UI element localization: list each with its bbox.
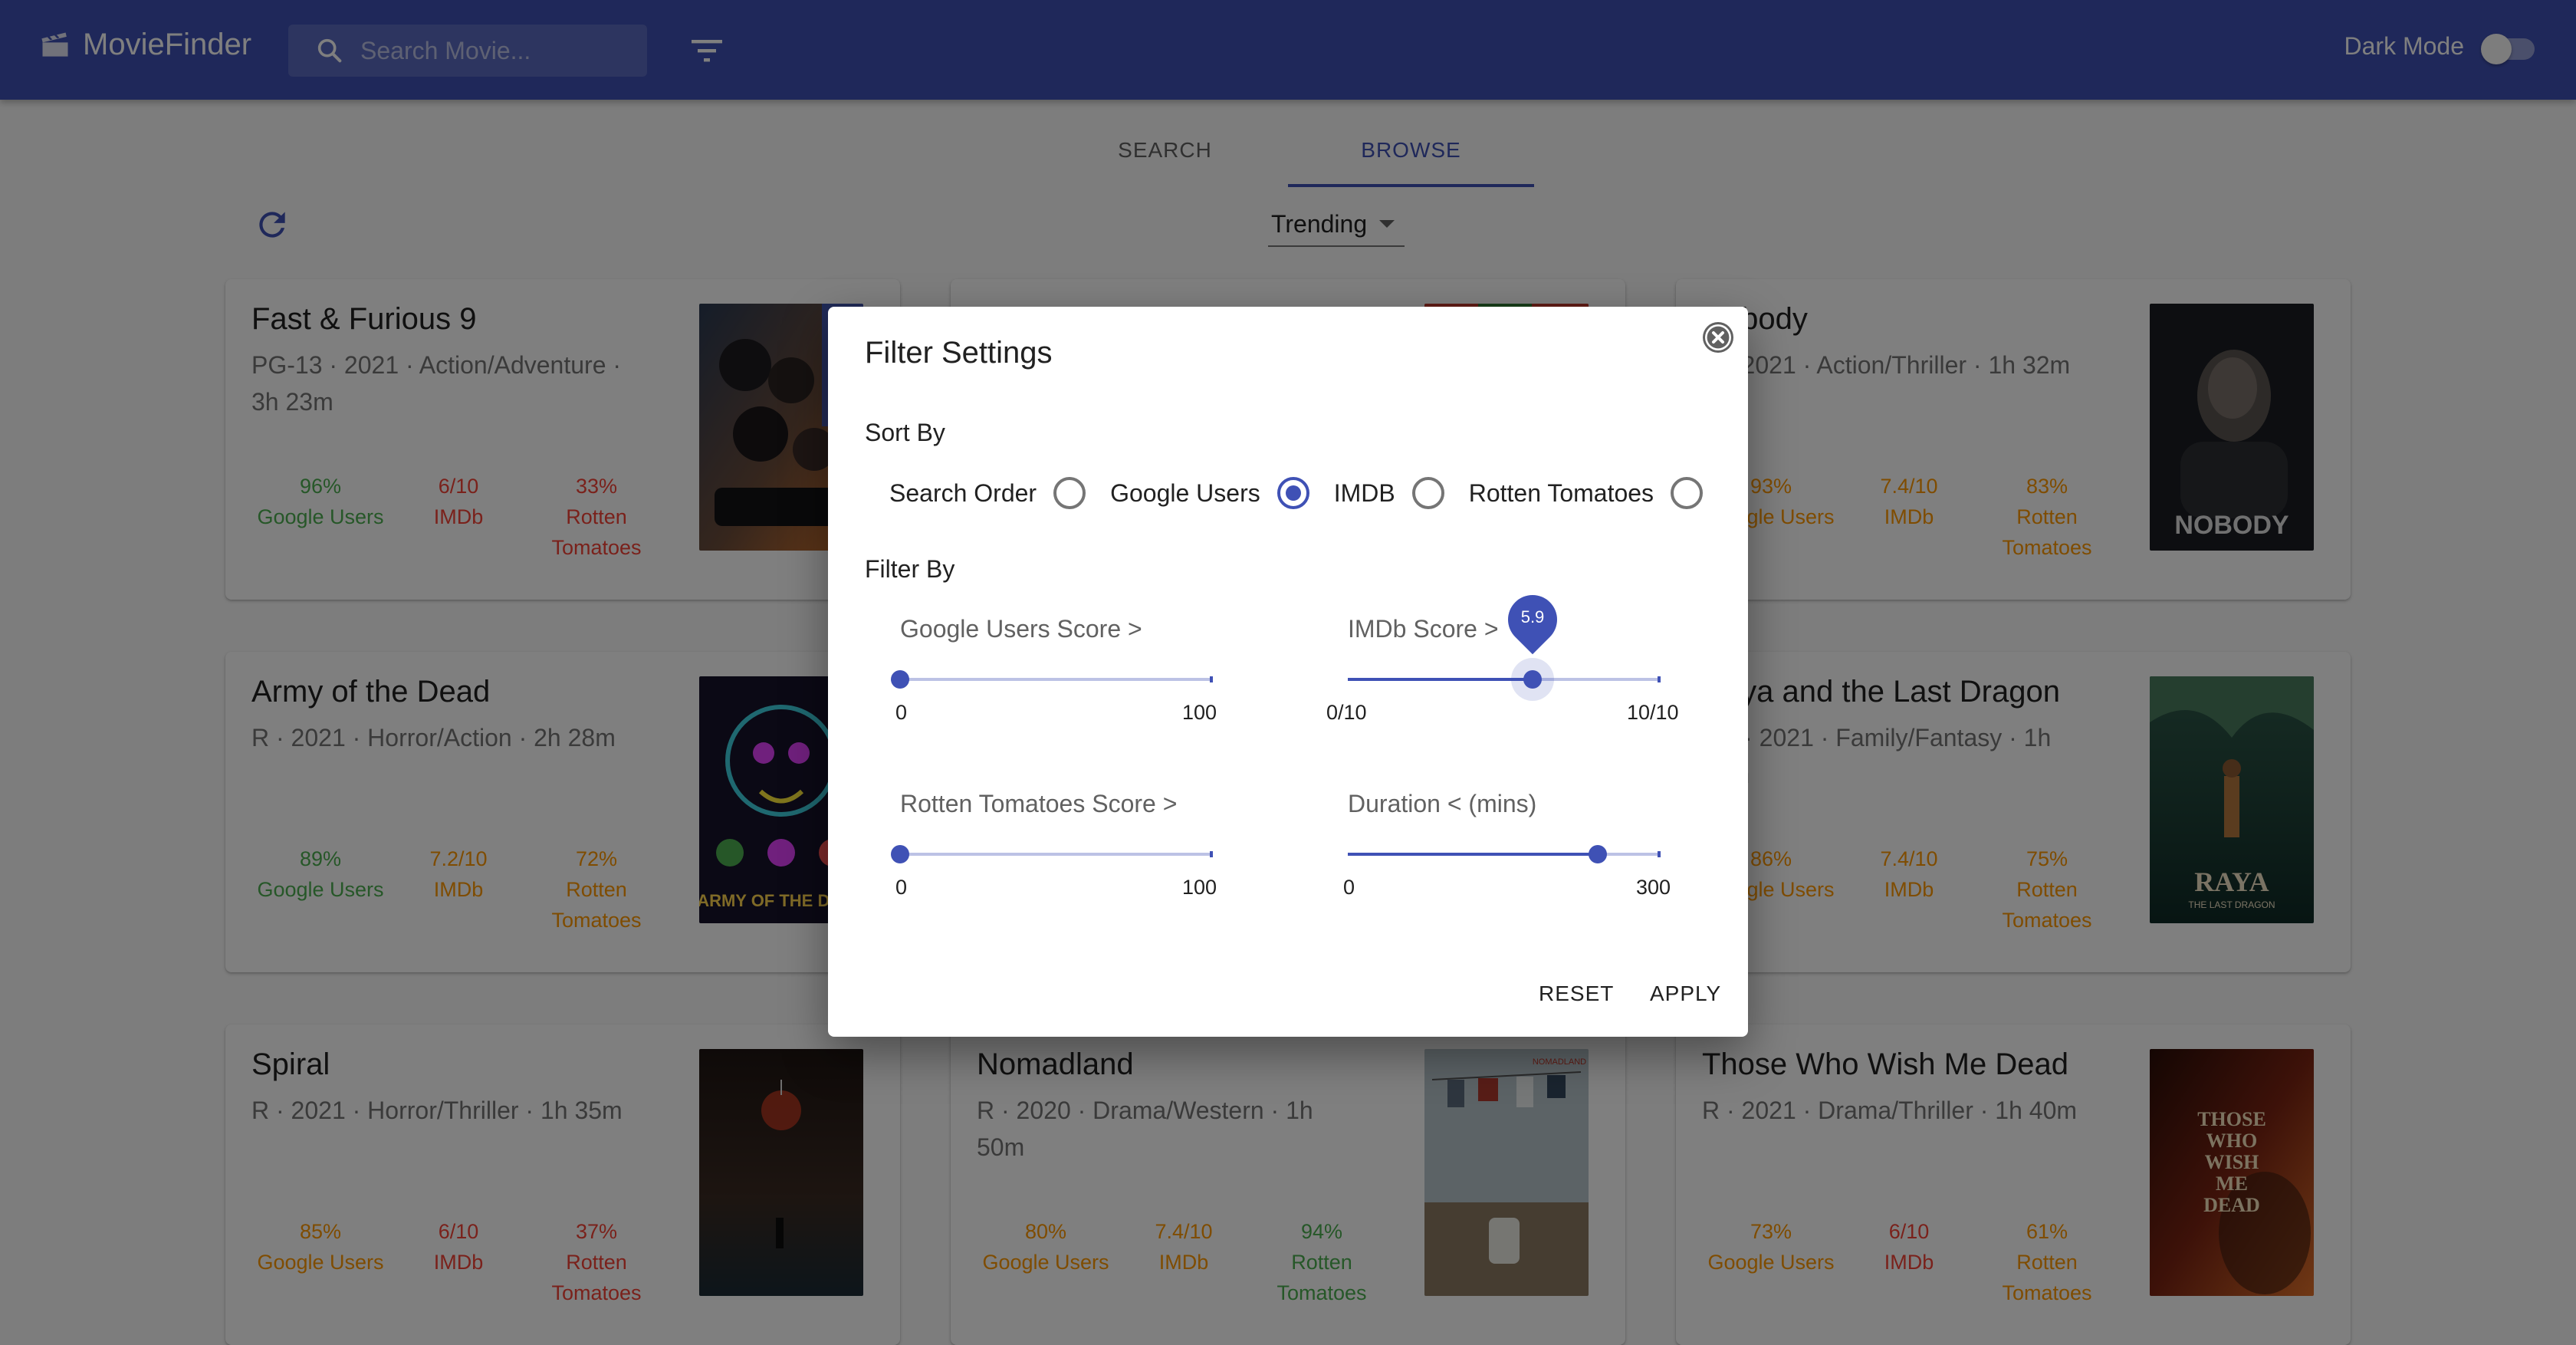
slider-value-label: 5.9 [1520, 607, 1545, 626]
sort-option-google-users[interactable]: Google Users [1110, 477, 1309, 509]
reset-button[interactable]: RESET [1539, 982, 1614, 1006]
imdb-score-slider[interactable]: IMDb Score > 5.9 0/10 10/10 [1326, 584, 1731, 768]
slider-rail[interactable] [900, 678, 1213, 681]
apply-button[interactable]: APPLY [1650, 982, 1721, 1006]
slider-end-mark [1210, 676, 1213, 682]
slider-min-label: 0 [895, 876, 908, 899]
filter-settings-dialog: Filter Settings Sort By Search Order Goo… [828, 307, 1748, 1037]
slider-thumb[interactable] [1523, 670, 1542, 689]
slider-end-mark [1658, 851, 1661, 857]
slider-min-label: 0/10 [1326, 701, 1367, 724]
slider-end-mark [1210, 851, 1213, 857]
sort-radio-group: Search Order Google Users IMDB Rotten To… [889, 477, 1727, 509]
rotten-tomatoes-score-slider[interactable]: Rotten Tomatoes Score > 0 100 [891, 790, 1283, 943]
slider-track [1348, 678, 1533, 681]
radio-button[interactable] [1276, 477, 1309, 509]
slider-label: IMDb Score > [1348, 615, 1499, 643]
slider-track [1348, 853, 1598, 856]
slider-min-label: 0 [1343, 876, 1355, 899]
slider-label: Duration < (mins) [1348, 790, 1537, 817]
slider-thumb[interactable] [1589, 845, 1607, 863]
slider-max-label: 100 [1182, 701, 1217, 724]
dialog-title: Filter Settings [865, 336, 1053, 370]
radio-button[interactable] [1411, 477, 1444, 509]
google-score-slider[interactable]: Google Users Score > 0 100 [891, 615, 1283, 768]
slider-thumb[interactable] [891, 845, 909, 863]
filter-by-label: Filter By [865, 555, 955, 583]
slider-label: Rotten Tomatoes Score > [900, 790, 1178, 817]
slider-min-label: 0 [895, 701, 908, 724]
sort-option-rotten-tomatoes[interactable]: Rotten Tomatoes [1469, 477, 1704, 509]
slider-max-label: 300 [1636, 876, 1671, 899]
close-circle-icon[interactable] [1700, 319, 1737, 356]
slider-max-label: 100 [1182, 876, 1217, 899]
slider-rail[interactable] [900, 853, 1213, 856]
sort-option-imdb[interactable]: IMDB [1334, 477, 1444, 509]
sort-by-label: Sort By [865, 419, 945, 446]
radio-button[interactable] [1671, 477, 1704, 509]
slider-label: Google Users Score > [900, 615, 1142, 643]
slider-max-label: 10/10 [1627, 701, 1679, 724]
slider-thumb[interactable] [891, 670, 909, 689]
slider-end-mark [1658, 676, 1661, 682]
duration-slider[interactable]: Duration < (mins) 0 300 [1343, 790, 1731, 943]
radio-button[interactable] [1053, 477, 1086, 509]
sort-option-search-order[interactable]: Search Order [889, 477, 1086, 509]
